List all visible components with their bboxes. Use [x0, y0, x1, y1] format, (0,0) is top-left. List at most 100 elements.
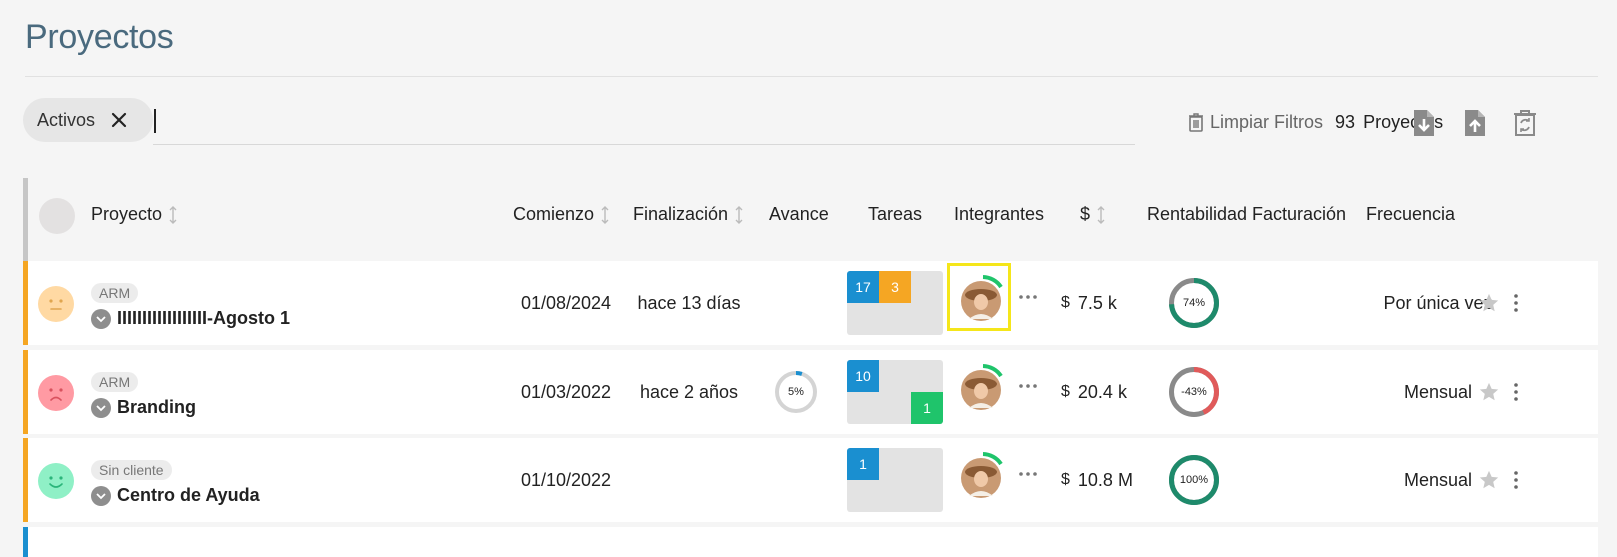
profitability-label: 74%: [1182, 297, 1206, 309]
search-input[interactable]: [153, 104, 1135, 145]
col-header-start-label: Comienzo: [513, 204, 595, 224]
col-header-frequency: Frecuencia: [1366, 204, 1455, 225]
billing-value: [1238, 438, 1358, 522]
col-header-members-label: Integrantes: [954, 204, 1045, 224]
row-accent: [23, 438, 28, 522]
row-accent: [23, 527, 28, 557]
trash-icon: [1189, 113, 1203, 132]
col-header-billing-label: Facturación: [1252, 204, 1347, 224]
col-header-project[interactable]: Proyecto: [91, 204, 178, 225]
task-count-pending: 1: [847, 448, 879, 480]
currency-symbol: $: [1061, 471, 1070, 488]
col-header-members: Integrantes: [954, 204, 1044, 225]
col-header-end-label: Finalización: [633, 204, 729, 224]
more-members-icon[interactable]: [1017, 289, 1039, 305]
progress-ring: 5%: [774, 370, 818, 414]
header-left-bar: [23, 178, 28, 262]
task-count-done: 1: [911, 392, 943, 424]
col-header-progress-label: Avance: [769, 204, 829, 224]
kebab-menu-icon[interactable]: [1513, 470, 1519, 490]
project-name-link[interactable]: Branding: [117, 397, 196, 418]
col-header-start[interactable]: Comienzo: [513, 204, 610, 225]
table-row[interactable]: ARM IIIIIIIIIIIIIIIIII-Agosto 1 01/08/2024…: [23, 261, 1598, 345]
recycle-bin-icon[interactable]: [1511, 108, 1539, 138]
table-row[interactable]: Sin cliente Centro de Ayuda 01/10/2022 1 $10…: [23, 438, 1598, 522]
star-icon[interactable]: [1478, 381, 1500, 403]
budget-amount: $10.8 M: [1061, 438, 1133, 522]
budget-amount: $20.4 k: [1061, 350, 1127, 434]
task-count-pending: 17: [847, 271, 879, 303]
profitability-label: 100%: [1179, 474, 1209, 486]
focus-highlight: [947, 263, 1011, 331]
filter-chip-label: Activos: [37, 109, 96, 130]
more-members-icon[interactable]: [1017, 378, 1039, 394]
filter-toolbar: Limpiar Filtros 93 Proyectos: [1188, 105, 1443, 139]
currency-symbol: $: [1061, 294, 1070, 311]
mood-happy-icon: [38, 463, 74, 499]
table-row[interactable]: ARM Branding 01/03/2022 hace 2 años 5% 10 1 $20…: [23, 350, 1598, 434]
table-header: Proyecto Comienzo Finalización Avance Ta…: [23, 178, 1598, 262]
star-icon[interactable]: [1478, 469, 1500, 491]
title-divider: [25, 76, 1598, 77]
table-row-partial: [23, 527, 1598, 557]
start-date: 01/10/2022: [520, 469, 612, 490]
member-avatar[interactable]: [959, 452, 1007, 500]
task-count-inprogress: 3: [879, 271, 911, 303]
kebab-menu-icon[interactable]: [1513, 382, 1519, 402]
project-name: Centro de Ayuda: [91, 485, 260, 506]
col-header-billing: Facturación: [1252, 204, 1346, 225]
text-caret: [154, 109, 156, 133]
row-accent: [23, 261, 28, 345]
task-count-pending: 10: [847, 360, 879, 392]
tasks-summary[interactable]: 1: [847, 448, 943, 512]
mood-neutral-icon: [38, 286, 74, 322]
sort-icon: [1097, 205, 1105, 224]
end-date: hace 13 días: [637, 292, 741, 313]
close-icon[interactable]: [109, 110, 129, 130]
select-all-checkbox[interactable]: [39, 198, 75, 234]
download-icon[interactable]: [1410, 108, 1438, 138]
end-date: hace 2 años: [639, 381, 739, 402]
more-members-icon[interactable]: [1017, 466, 1039, 482]
col-header-tasks-label: Tareas: [868, 204, 923, 224]
avatar[interactable]: [959, 364, 1007, 412]
col-header-progress: Avance: [769, 204, 829, 225]
project-name: IIIIIIIIIIIIIIIIII-Agosto 1: [91, 308, 290, 329]
client-badge: Sin cliente: [91, 460, 172, 480]
col-header-profitability: Rentabilidad: [1147, 204, 1247, 225]
chevron-down-icon[interactable]: [91, 485, 111, 506]
budget-value: 20.4 k: [1077, 381, 1127, 402]
col-header-money[interactable]: $: [1080, 204, 1106, 225]
tasks-summary[interactable]: 10 1: [847, 360, 943, 424]
mood-sad-icon: [38, 375, 74, 411]
avatar[interactable]: [959, 452, 1007, 500]
col-header-project-label: Proyecto: [91, 204, 163, 224]
col-header-end[interactable]: Finalización: [633, 204, 744, 225]
project-name-link[interactable]: Centro de Ayuda: [117, 485, 260, 506]
budget-value: 10.8 M: [1077, 469, 1133, 490]
clear-filters-label: Limpiar Filtros: [1210, 111, 1324, 132]
client-badge: ARM: [91, 283, 139, 303]
sort-icon: [601, 205, 609, 224]
sort-icon: [735, 205, 743, 224]
project-name-link[interactable]: IIIIIIIIIIIIIIIIII-Agosto 1: [117, 308, 290, 329]
start-date: 01/08/2024: [520, 292, 612, 313]
col-header-tasks: Tareas: [868, 204, 922, 225]
tasks-summary[interactable]: 17 3: [847, 271, 943, 335]
upload-icon[interactable]: [1461, 108, 1489, 138]
budget-value: 7.5 k: [1077, 292, 1117, 313]
col-header-money-label: $: [1080, 204, 1091, 224]
clear-filters-button[interactable]: Limpiar Filtros: [1188, 112, 1323, 133]
row-accent: [23, 350, 28, 434]
progress-label: 5%: [788, 386, 804, 398]
filter-chip-activos[interactable]: Activos: [23, 98, 153, 142]
billing-value: [1238, 261, 1358, 345]
star-icon[interactable]: [1478, 292, 1500, 314]
billing-value: [1238, 350, 1358, 434]
col-header-profitability-label: Rentabilidad: [1147, 204, 1248, 224]
chevron-down-icon[interactable]: [91, 397, 111, 418]
kebab-menu-icon[interactable]: [1513, 293, 1519, 313]
chevron-down-icon[interactable]: [91, 308, 111, 329]
profitability-label: -43%: [1181, 386, 1207, 398]
member-avatar[interactable]: [959, 364, 1007, 412]
